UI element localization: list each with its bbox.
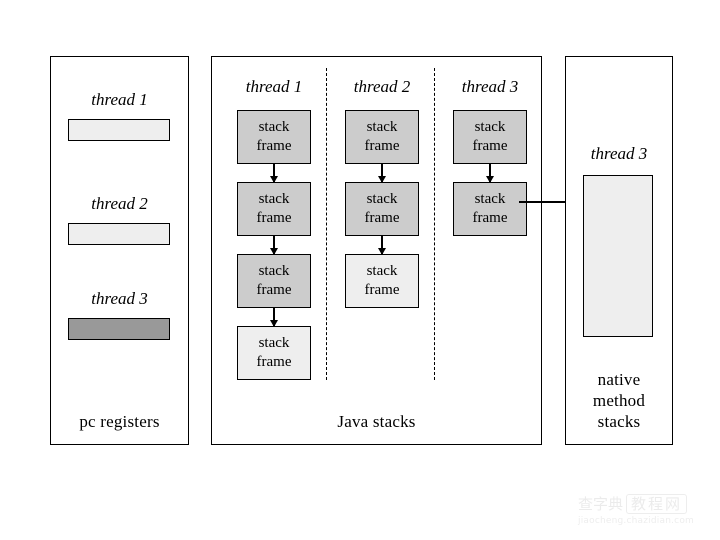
pc-registers-panel: pc registers — [50, 56, 189, 445]
stack-frame-line-2: frame — [472, 138, 508, 154]
stack-frame: stack frame — [345, 254, 419, 308]
stack-frame: stack frame — [237, 326, 311, 380]
stack-frame-arrow-down — [270, 308, 277, 327]
watermark-chinese-text: 查字典 教程网 — [578, 494, 710, 514]
native-caption-line-3: stacks — [597, 412, 641, 431]
stack-frame-line-1: stack — [258, 119, 290, 135]
native-caption-line-1: native — [597, 370, 641, 389]
stack-frame: stack frame — [345, 110, 419, 164]
diagram-canvas: pc registers thread 1 thread 2 thread 3 … — [0, 0, 720, 540]
stack-frame-line-2: frame — [364, 282, 400, 298]
stack-frame-arrow-down — [270, 236, 277, 255]
java-stack-thread-1-title: thread 1 — [245, 77, 303, 96]
watermark-url: jiaocheng.chazidian.com — [578, 516, 694, 526]
native-method-stacks-caption: native method stacks — [566, 369, 672, 432]
pc-thread-3-label: thread 3 — [91, 289, 148, 308]
stack-frame-line-2: frame — [256, 210, 292, 226]
native-caption-line-2: method — [592, 391, 646, 410]
watermark-brand-text: 查字典 — [578, 495, 624, 513]
native-thread-3-label: thread 3 — [590, 144, 648, 163]
pc-thread-1-label: thread 1 — [91, 90, 148, 109]
stack-frame-arrow-down — [378, 236, 385, 255]
pc-registers-caption: pc registers — [79, 412, 160, 431]
stack-frame-line-1: stack — [258, 335, 290, 351]
pc-thread-2-label: thread 2 — [91, 194, 148, 213]
pc-register-bar-thread-2 — [68, 223, 170, 245]
java-stack-column-thread-3: thread 3 stack frame stack frame — [443, 56, 537, 445]
stack-frame-line-1: stack — [366, 191, 398, 207]
stack-frame-line-1: stack — [366, 119, 398, 135]
stack-frame-line-1: stack — [258, 263, 290, 279]
stack-frame-line-1: stack — [474, 119, 506, 135]
watermark: 查字典 教程网 jiaocheng.chazidian.com — [578, 494, 710, 534]
column-separator-1 — [326, 68, 327, 380]
pc-register-bar-thread-1 — [68, 119, 170, 141]
stack-frame: stack frame — [453, 182, 527, 236]
stack-frame-line-2: frame — [256, 282, 292, 298]
stack-frame-line-1: stack — [258, 191, 290, 207]
stack-frame: stack frame — [237, 182, 311, 236]
stack-frame-line-2: frame — [364, 210, 400, 226]
stack-frame-line-2: frame — [256, 138, 292, 154]
watermark-boxed-text: 教程网 — [626, 494, 688, 514]
stack-frame-line-2: frame — [256, 354, 292, 370]
stack-frame-line-2: frame — [364, 138, 400, 154]
stack-frame-arrow-down — [270, 164, 277, 183]
stack-frame-arrow-down — [486, 164, 493, 183]
stack-frame: stack frame — [345, 182, 419, 236]
stack-frame-arrow-down — [378, 164, 385, 183]
java-stack-thread-2-title: thread 2 — [353, 77, 411, 96]
stack-frame-line-1: stack — [366, 263, 398, 279]
native-method-stack-box — [583, 175, 653, 337]
pc-register-bar-thread-3 — [68, 318, 170, 340]
column-separator-2 — [434, 68, 435, 380]
java-stack-column-thread-1: thread 1 stack frame stack frame stack f… — [227, 56, 321, 445]
java-stack-column-thread-2: thread 2 stack frame stack frame stack f… — [335, 56, 429, 445]
stack-frame: stack frame — [237, 254, 311, 308]
stack-frame: stack frame — [453, 110, 527, 164]
stack-frame-line-1: stack — [474, 191, 506, 207]
stack-frame: stack frame — [237, 110, 311, 164]
stack-frame-line-2: frame — [472, 210, 508, 226]
java-stack-thread-3-title: thread 3 — [461, 77, 519, 96]
